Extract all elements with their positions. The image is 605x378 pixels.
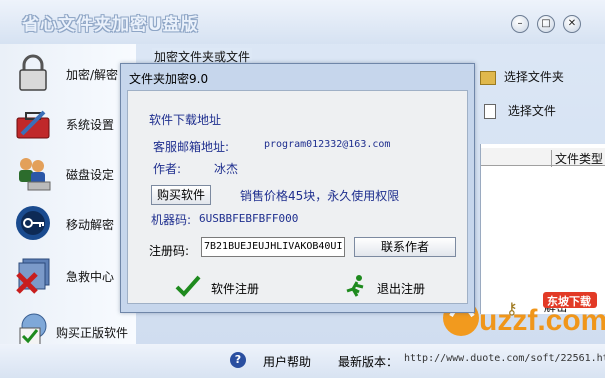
select-folder-label: 选择文件夹 [503, 70, 564, 84]
folder-icon [480, 70, 496, 85]
sidebar-item-label: 移动解密 [66, 218, 115, 232]
registration-dialog: 文件夹加密9.0 软件下载地址 客服邮箱地址: program012332@16… [120, 63, 475, 313]
sidebar-item-label: 加密/解密 [66, 68, 119, 82]
help-icon[interactable]: ? [230, 352, 246, 368]
toolbox-icon [16, 110, 50, 139]
latest-version-label: 最新版本： [338, 355, 399, 369]
sidebar-item-rescue[interactable]: 急救中心 [10, 252, 136, 300]
sidebar-item-disk[interactable]: 磁盘设定 [10, 150, 136, 198]
users-disk-icon [19, 158, 51, 191]
sidebar-item-label: 急救中心 [66, 270, 115, 284]
author-label: 作者: [153, 162, 182, 176]
file-icon [484, 104, 496, 119]
select-file-button[interactable]: 选择文件 [484, 102, 556, 119]
watermark-badge: 东坡下载 [547, 295, 591, 308]
select-folder-button[interactable]: 选择文件夹 [480, 68, 564, 85]
status-bar: ? 用户帮助 最新版本： http://www.duote.com/soft/2… [0, 344, 605, 378]
exit-register-button[interactable]: 退出注册 [343, 274, 453, 300]
column-file-type[interactable]: 文件类型 [551, 150, 603, 167]
reg-code-input[interactable]: 7B21BUEJEUJHLIVAKOB40UI [201, 237, 345, 257]
version-url[interactable]: http://www.duote.com/soft/22561.html [404, 353, 605, 364]
minimize-icon: – [517, 18, 523, 29]
sidebar-item-label: 磁盘设定 [66, 168, 115, 182]
buy-software-button[interactable]: 购买软件 [151, 185, 211, 205]
app-title: 省心文件夹加密U盘版 [22, 15, 199, 35]
exit-register-label: 退出注册 [377, 282, 426, 296]
close-button[interactable]: ✕ [563, 15, 581, 33]
download-link[interactable]: 软件下载地址 [149, 111, 221, 128]
lock-icon [19, 54, 47, 91]
help-link[interactable]: 用户帮助 [263, 353, 311, 370]
sidebar: 加密/解密 系统设置 磁盘设定 移动解密 急救中心 购买正版软件 [0, 44, 136, 354]
email-value: program012332@163.com [264, 139, 391, 150]
machine-code-label: 机器码: [151, 213, 192, 227]
checkmark-icon [175, 275, 201, 297]
register-label: 软件注册 [211, 282, 260, 296]
rescue-icon [16, 258, 50, 294]
sidebar-item-encrypt[interactable]: 加密/解密 [10, 50, 136, 98]
list-header: 文件类型 [481, 148, 605, 167]
price-text: 销售价格45块，永久使用权限 [240, 189, 400, 203]
sidebar-item-label: 系统设置 [66, 118, 115, 132]
key-icon [16, 206, 50, 240]
dialog-actions: 软件注册 退出注册 [127, 266, 468, 308]
sidebar-item-label: 购买正版软件 [56, 326, 129, 340]
reg-code-label: 注册码: [149, 244, 190, 258]
email-label: 客服邮箱地址: [153, 140, 230, 154]
machine-code-value: 6USBBFEBFBFF000 [199, 212, 299, 225]
close-icon: ✕ [567, 18, 577, 29]
title-bar: 省心文件夹加密U盘版 – □ ✕ [0, 0, 605, 44]
maximize-icon: □ [541, 18, 551, 29]
sidebar-item-mobile-decrypt[interactable]: 移动解密 [10, 200, 136, 248]
author-value: 冰杰 [214, 162, 239, 176]
maximize-button[interactable]: □ [537, 15, 555, 33]
dialog-title: 文件夹加密9.0 [129, 72, 209, 86]
minimize-button[interactable]: – [511, 15, 529, 33]
register-button[interactable]: 软件注册 [175, 274, 285, 300]
running-man-icon [346, 275, 364, 297]
contact-author-button[interactable]: 联系作者 [354, 237, 456, 257]
app-window: 省心文件夹加密U盘版 – □ ✕ 加密/解密 系统设置 磁盘设定 移动解密 急救… [0, 0, 605, 378]
sidebar-item-settings[interactable]: 系统设置 [10, 100, 136, 148]
select-file-label: 选择文件 [507, 104, 556, 118]
